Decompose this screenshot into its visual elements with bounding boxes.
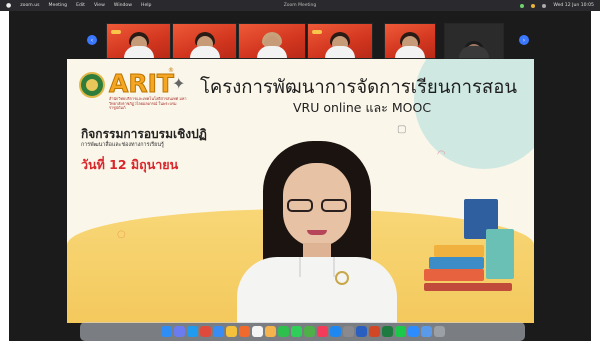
chat-doodle-icon: ▢ (397, 124, 407, 135)
bulb-doodle-icon: ○ (117, 229, 126, 240)
event-date: วันที่ 12 มิถุนายน (81, 157, 179, 172)
participant-tile[interactable] (172, 23, 237, 59)
participant-body (395, 46, 425, 58)
participant-body (325, 46, 355, 58)
arit-logo: ARIT (109, 69, 175, 99)
dock (80, 322, 525, 341)
appstore-icon[interactable] (329, 326, 341, 337)
participant-tile[interactable] (444, 23, 504, 59)
participant-body (189, 46, 220, 58)
word-icon[interactable] (355, 326, 367, 337)
banner-decoration (111, 30, 121, 34)
wifi-doodle-icon: ◠ (437, 149, 446, 160)
safari-icon[interactable] (186, 326, 198, 337)
reminders-icon[interactable] (238, 326, 250, 337)
chevron-right-icon[interactable]: › (519, 35, 529, 45)
chrome-icon[interactable] (199, 326, 211, 337)
participant-tile[interactable] (238, 23, 306, 59)
messages-icon[interactable] (290, 326, 302, 337)
participant-tile[interactable] (307, 23, 373, 59)
registered-mark: ® (168, 67, 174, 74)
banner-decoration (312, 30, 322, 34)
finder-icon[interactable] (160, 326, 172, 337)
glasses-icon (287, 199, 347, 213)
presenter-collar (299, 257, 335, 277)
presenter-lips (307, 230, 327, 235)
participant-tile[interactable] (384, 23, 436, 59)
chevron-left-icon[interactable]: ‹ (87, 35, 97, 45)
shared-screen: ARIT ® สำนักวิทยบริการและเทคโนโลยีสารสนเ… (67, 59, 534, 323)
presenter-video (237, 141, 397, 323)
music-icon[interactable] (316, 326, 328, 337)
trash-icon[interactable] (433, 326, 445, 337)
zoom-icon[interactable] (407, 326, 419, 337)
calendar-icon[interactable] (251, 326, 263, 337)
excel-icon[interactable] (381, 326, 393, 337)
book-icon (424, 269, 484, 281)
window-title: Zoom Meeting (283, 3, 317, 8)
zoom-window: ‹ › ARIT ® สำนักวิทยบริการและเทคโนโลยีสา… (9, 11, 591, 341)
activity-subheading: การพัฒนาสื่อและช่องทางการเรียนรู้ (81, 142, 164, 148)
participant-body (123, 46, 154, 58)
photos-icon[interactable] (264, 326, 276, 337)
logo-subtitle: สำนักวิทยบริการและเทคโนโลยีสารสนเทศ มหาว… (109, 96, 187, 110)
line-icon[interactable] (394, 326, 406, 337)
university-logo-icon (79, 72, 105, 98)
notes-icon[interactable] (225, 326, 237, 337)
participant-tile[interactable] (106, 23, 171, 59)
shirt-emblem-icon (335, 271, 349, 285)
book-icon (424, 283, 512, 291)
participant-body (257, 46, 287, 58)
book-icon (486, 229, 514, 279)
mail-icon[interactable] (212, 326, 224, 337)
maps-icon[interactable] (303, 326, 315, 337)
book-icon (434, 245, 484, 257)
launchpad-icon[interactable] (173, 326, 185, 337)
book-icon (429, 257, 484, 269)
sparkle-icon: ✦ (172, 74, 186, 93)
facetime-icon[interactable] (277, 326, 289, 337)
books-illustration (424, 199, 516, 293)
slide-subtitle: VRU online และ MOOC (293, 100, 432, 115)
powerpoint-icon[interactable] (368, 326, 380, 337)
preview-icon[interactable] (420, 326, 432, 337)
participant-body (459, 46, 489, 58)
settings-icon[interactable] (342, 326, 354, 337)
